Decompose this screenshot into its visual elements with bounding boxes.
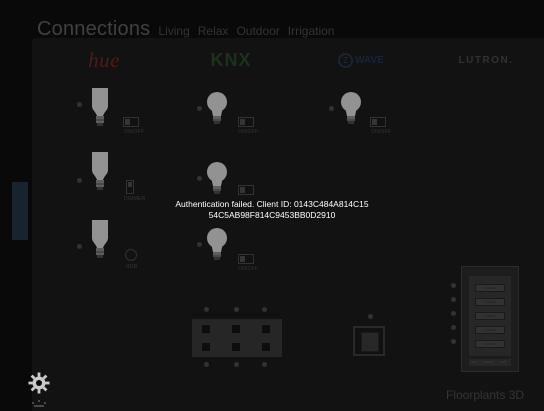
app-window: Connections Living Relax Outdoor Irrigat… [0,0,544,411]
toast-line-2: 54C5AB98F814C9453BB0D2910 [208,210,336,220]
auth-error-toast: Authentication failed. Client ID: 0143C4… [110,199,434,221]
toast-line-1: Authentication failed. Client ID: 0143C4… [175,199,369,209]
